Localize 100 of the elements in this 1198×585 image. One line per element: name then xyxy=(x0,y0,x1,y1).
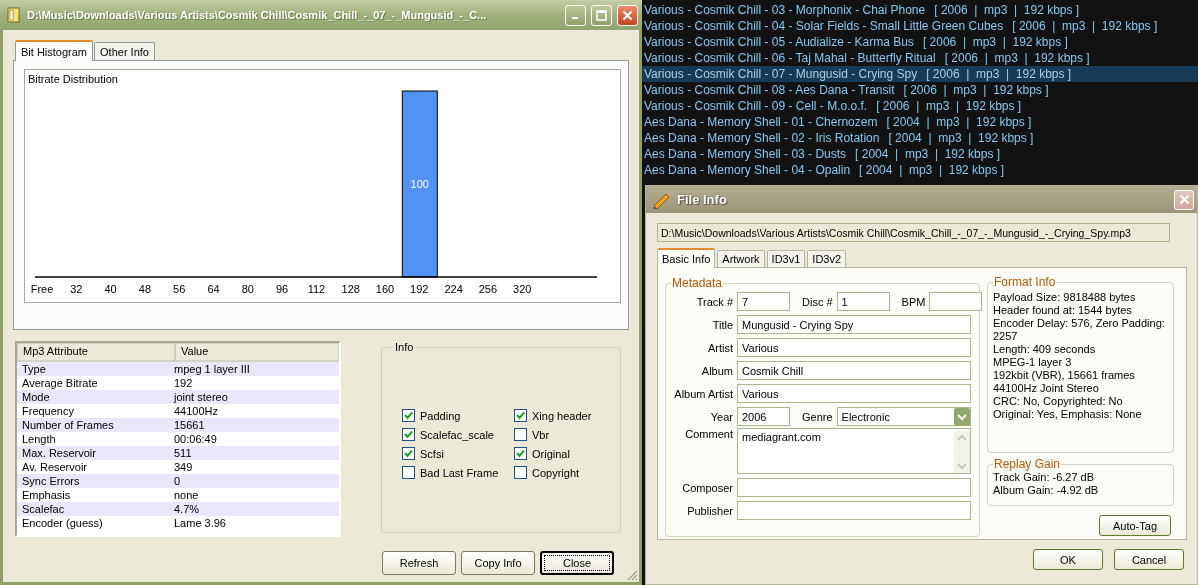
dropdown[interactable]: Electronic xyxy=(836,407,971,426)
playlist-item[interactable]: Aes Dana - Memory Shell - 01 - Chernozem [ 2004 | mp3 | 192 kbps ] xyxy=(642,114,1198,130)
input-field[interactable]: 1 xyxy=(836,292,890,311)
dialog-button[interactable]: Cancel xyxy=(1114,549,1184,570)
playlist-item[interactable]: Various - Cosmik Chill - 04 - Solar Fields - Small Little Green Cubes [ 2006 | mp3 | 192 kbps ] xyxy=(642,18,1198,34)
field-label: Artist xyxy=(706,341,733,354)
table-cell-text: none xyxy=(174,488,200,502)
checkbox[interactable] xyxy=(514,409,527,422)
input-field[interactable] xyxy=(737,501,971,520)
input-field[interactable] xyxy=(929,292,983,311)
table-cell-text: Average Bitrate xyxy=(22,376,99,390)
table-cell-text: Av. Reservoir xyxy=(22,460,88,474)
playlist-item[interactable]: Aes Dana - Memory Shell - 02 - Iris Rotation [ 2004 | mp3 | 192 kbps ] xyxy=(642,130,1198,146)
close-icon[interactable] xyxy=(1178,194,1190,205)
input-field[interactable]: Various xyxy=(737,338,971,357)
tab[interactable]: Artwork xyxy=(717,250,765,267)
info-line: Original: Yes, Emphasis: None xyxy=(993,408,1143,421)
field-label: Composer xyxy=(681,481,733,494)
maximize-button[interactable] xyxy=(591,4,612,26)
table-cell-text: Sync Errors xyxy=(22,474,81,488)
table-cell-text: Type xyxy=(22,362,47,376)
tab[interactable]: Other Info xyxy=(94,42,155,60)
tab[interactable]: Basic Info xyxy=(657,248,716,268)
table-cell-text: Number of Frames xyxy=(22,418,115,432)
dialog-button[interactable]: Refresh xyxy=(382,551,456,575)
checkbox[interactable] xyxy=(514,428,527,441)
column-header[interactable]: Value xyxy=(175,343,339,362)
table-cell-text: Emphasis xyxy=(22,488,72,502)
tick-label: 56 xyxy=(173,283,186,295)
info-line: MPEG-1 layer 3 xyxy=(993,356,1073,369)
file-path-field[interactable]: D:\Music\Downloads\Various Artists\Cosmik Chill\Cosmik_Chill_-_07_-_Mungusid_-_Crying_Spy.mp3 xyxy=(657,223,1170,242)
input-field[interactable] xyxy=(737,478,971,497)
tab[interactable]: ID3v2 xyxy=(807,250,847,267)
group-title: Format Info xyxy=(993,276,1057,289)
checkbox[interactable] xyxy=(514,447,527,460)
checkbox[interactable] xyxy=(402,447,415,460)
playlist-item[interactable]: Aes Dana - Memory Shell - 04 - Opalin [ 2004 | mp3 | 192 kbps ] xyxy=(642,162,1198,178)
checkbox-label: Copyright xyxy=(532,466,580,479)
input-field[interactable]: 7 xyxy=(737,292,790,311)
table-cell-text: 15661 xyxy=(174,418,206,432)
column-header[interactable]: Mp3 Attribute xyxy=(17,343,175,362)
close-button[interactable] xyxy=(1174,189,1194,210)
table-cell-text: 44100Hz xyxy=(174,404,220,418)
tick-label: Free xyxy=(30,283,54,295)
music-file-icon xyxy=(6,7,22,23)
maximize-icon[interactable] xyxy=(596,9,607,21)
tab[interactable]: Bit Histogram xyxy=(15,40,94,61)
comment-field[interactable]: mediagrant.com xyxy=(737,428,971,474)
field-label: Publisher xyxy=(686,504,733,517)
info-line: 44100Hz Joint Stereo xyxy=(993,382,1100,395)
playlist-item[interactable]: Various - Cosmik Chill - 06 - Taj Mahal - Butterfly Ritual [ 2006 | mp3 | 192 kbps ] xyxy=(642,50,1198,66)
playlist-item[interactable]: Aes Dana - Memory Shell - 03 - Dusts [ 2004 | mp3 | 192 kbps ] xyxy=(642,146,1198,162)
dialog-button[interactable]: Close xyxy=(540,551,614,575)
table-cell-text: Length xyxy=(22,432,57,446)
field-label: Comment xyxy=(684,428,733,440)
input-field[interactable]: Cosmik Chill xyxy=(737,361,971,380)
input-field[interactable]: 2006 xyxy=(737,407,790,426)
resize-grip-icon[interactable] xyxy=(626,569,638,581)
table-cell-text: Max. Reservoir xyxy=(22,446,97,460)
table-cell-text: Frequency xyxy=(22,404,75,418)
tick-label: 224 xyxy=(444,283,463,295)
chart-title: Bitrate Distribution xyxy=(27,72,119,85)
table-cell-text: 4.7% xyxy=(174,502,201,516)
table-cell-text: joint stereo xyxy=(174,390,229,404)
dialog-button[interactable]: OK xyxy=(1033,549,1103,570)
playlist-item[interactable]: Various - Cosmik Chill - 08 - Aes Dana - Transit [ 2006 | mp3 | 192 kbps ] xyxy=(642,82,1198,98)
checkbox[interactable] xyxy=(402,466,415,479)
playlist-item[interactable]: Various - Cosmik Chill - 07 - Mungusid - Crying Spy [ 2006 | mp3 | 192 kbps ] xyxy=(642,66,1198,82)
field-label: Genre xyxy=(802,410,833,423)
dialog-button[interactable]: Copy Info xyxy=(461,551,535,575)
tick-label: 256 xyxy=(478,283,498,295)
tick-label: 80 xyxy=(241,283,254,295)
field-label: Album xyxy=(700,364,733,377)
tab[interactable]: ID3v1 xyxy=(766,250,806,267)
gain-line: Track Gain: -6.27 dB xyxy=(993,471,1096,484)
table-cell-text: 00:06:49 xyxy=(174,432,218,446)
scrollbar-icon[interactable] xyxy=(954,431,970,473)
table-cell-text: 192 xyxy=(174,376,194,390)
tick-label: 192 xyxy=(410,283,429,295)
input-field[interactable]: Mungusid - Crying Spy xyxy=(737,315,971,334)
checkbox-label: Scalefac_scale xyxy=(420,428,494,441)
input-field[interactable]: Various xyxy=(737,384,971,403)
minimize-button[interactable] xyxy=(565,4,586,26)
table-cell-text: Encoder (guess) xyxy=(22,516,104,530)
auto-tag-button[interactable]: Auto-Tag xyxy=(1099,515,1171,536)
tick-label: 112 xyxy=(307,283,326,295)
info-line: Encoder Delay: 576, Zero Padding: 2257 xyxy=(993,317,1166,343)
field-label: Title xyxy=(711,318,733,331)
field-label: Disc # xyxy=(802,295,833,308)
checkbox[interactable] xyxy=(514,466,527,479)
checkbox[interactable] xyxy=(402,409,415,422)
close-icon[interactable] xyxy=(622,9,633,21)
info-line: CRC: No, Copyrighted: No xyxy=(993,395,1124,408)
playlist-item[interactable]: Various - Cosmik Chill - 09 - Cell - M.o.o.f. [ 2006 | mp3 | 192 kbps ] xyxy=(642,98,1198,114)
playlist-item[interactable]: Various - Cosmik Chill - 03 - Morphonix - Chai Phone [ 2006 | mp3 | 192 kbps ] xyxy=(642,2,1198,18)
playlist-item[interactable]: Various - Cosmik Chill - 05 - Audialize - Karma Bus [ 2006 | mp3 | 192 kbps ] xyxy=(642,34,1198,50)
close-button[interactable] xyxy=(617,4,638,26)
checkbox[interactable] xyxy=(402,428,415,441)
info-line: 192kbit (VBR), 15661 frames xyxy=(993,369,1136,382)
tick-label: 48 xyxy=(138,283,152,295)
